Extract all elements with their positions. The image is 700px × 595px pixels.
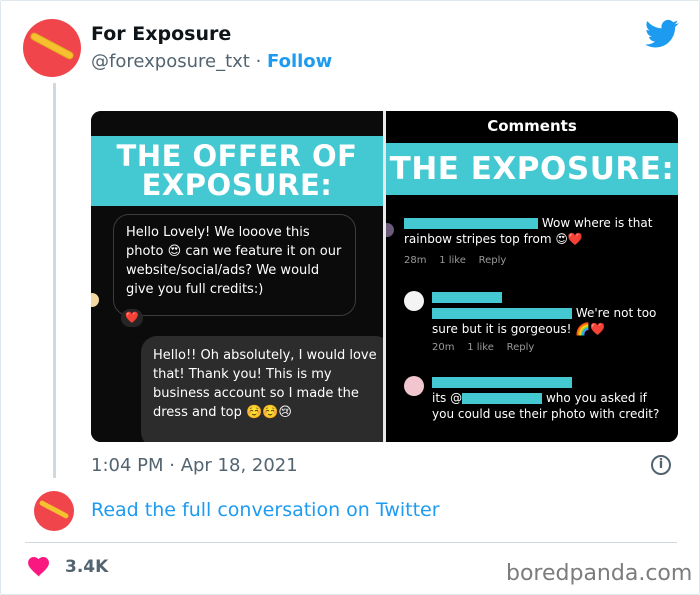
comment-1: Wow where is that rainbow stripes top fr… [404,215,662,247]
comment-2-reply[interactable]: Reply [507,342,535,353]
twitter-bird-icon[interactable] [645,19,679,49]
redacted-name [432,292,502,303]
comment-1-likes[interactable]: 1 like [439,255,466,266]
thread-line [53,83,56,478]
tweet-card: For Exposure @forexposure_txt · Follow T… [0,0,700,595]
redacted-name [432,377,572,388]
tweet-image[interactable]: THE OFFER OF EXPOSURE: Hello Lovely! We … [91,111,678,442]
divider [25,542,677,543]
handle-separator: · [249,51,268,72]
redacted-mention [462,393,543,404]
comment-3: its @ who you asked if you could use the… [432,374,662,422]
redacted-name [404,218,538,229]
like-count[interactable]: 3.4K [65,557,108,577]
author-avatar[interactable] [23,19,81,77]
sender-avatar [91,293,99,307]
info-icon[interactable]: i [651,455,671,475]
reply-avatar [34,491,74,531]
heart-icon[interactable] [28,557,50,577]
offer-panel: THE OFFER OF EXPOSURE: Hello Lovely! We … [91,111,383,442]
comment-2-meta: 20m 1 like Reply [432,342,534,353]
follow-link[interactable]: Follow [267,51,332,72]
offer-banner: THE OFFER OF EXPOSURE: [91,136,383,206]
exposure-banner: THE EXPOSURE: [386,143,678,195]
exposure-panel: Comments THE EXPOSURE: Wow where is that… [386,111,678,442]
author-handle[interactable]: @forexposure_txt [91,51,250,72]
comment-2: We're not too sure but it is gorgeous! 🌈… [432,289,662,337]
comment-2-likes[interactable]: 1 like [467,342,494,353]
comments-header: Comments [487,117,577,135]
tweet-timestamp[interactable]: 1:04 PM · Apr 18, 2021 [91,455,298,476]
redacted-mention [432,308,572,319]
offer-message: Hello Lovely! We looove this photo 😍 can… [113,214,356,316]
watermark: boredpanda.com [506,561,693,586]
commenter-avatar-2 [404,376,424,396]
comment-1-time: 28m [404,255,427,266]
author-handle-row: @forexposure_txt · Follow [91,51,332,72]
brand-avatar [404,291,424,311]
comment-2-time: 20m [432,342,455,353]
commenter-avatar [386,223,394,237]
reply-message: Hello!! Oh absolutely, I would love that… [141,336,383,442]
read-conversation-link[interactable]: Read the full conversation on Twitter [91,499,440,521]
comment-1-reply[interactable]: Reply [479,255,507,266]
comment-3-prefix: its @ [432,391,463,405]
comment-1-meta: 28m 1 like Reply [404,255,506,266]
heart-reaction: ❤️ [121,309,143,327]
author-name[interactable]: For Exposure [91,23,231,45]
